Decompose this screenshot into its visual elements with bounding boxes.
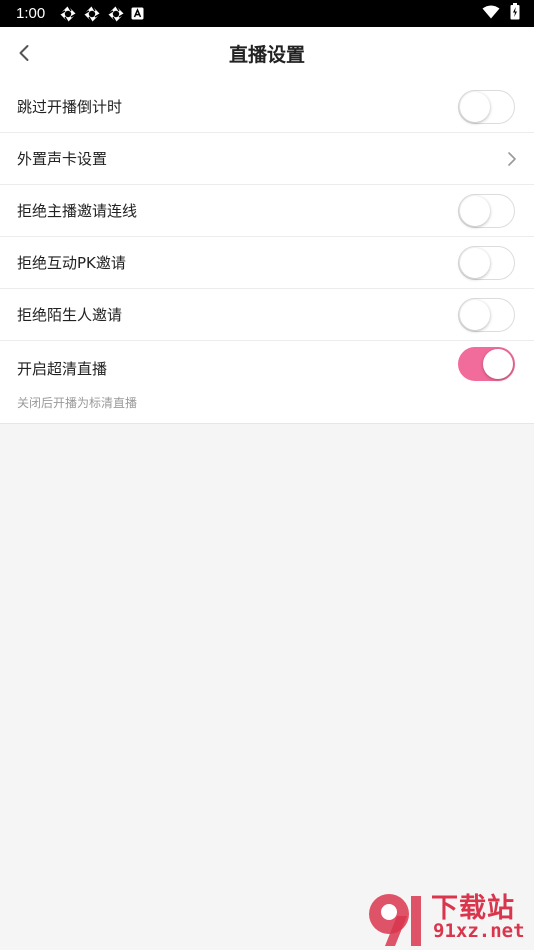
reject-pk-invite-toggle[interactable] bbox=[458, 245, 515, 280]
status-right-icons bbox=[482, 3, 520, 24]
status-bar: 1:00 bbox=[0, 0, 534, 27]
wifi-icon bbox=[482, 4, 500, 23]
page-title: 直播设置 bbox=[228, 44, 305, 66]
pinwheel-icon bbox=[107, 5, 125, 23]
chevron-right-icon bbox=[506, 151, 518, 167]
setting-row-hd-live: 开启超清直播 关闭后开播为标清直播 bbox=[0, 341, 534, 424]
setting-label: 外置声卡设置 bbox=[17, 150, 108, 168]
settings-list: 跳过开播倒计时 外置声卡设置 拒绝主播邀请连线 拒绝互动PK邀请 拒绝陌生人邀请… bbox=[0, 81, 534, 424]
toggle-knob bbox=[460, 91, 490, 122]
setting-row-reject-host-invite: 拒绝主播邀请连线 bbox=[0, 185, 534, 237]
setting-row-reject-stranger-invite: 拒绝陌生人邀请 bbox=[0, 289, 534, 341]
setting-row-external-sound-card[interactable]: 外置声卡设置 bbox=[0, 133, 534, 185]
setting-label: 跳过开播倒计时 bbox=[17, 98, 123, 116]
pinwheel-icon bbox=[83, 5, 101, 23]
header: 直播设置 bbox=[0, 27, 534, 81]
reject-host-invite-toggle[interactable] bbox=[458, 193, 515, 228]
setting-row-skip-countdown: 跳过开播倒计时 bbox=[0, 81, 534, 133]
skip-countdown-toggle[interactable] bbox=[458, 89, 515, 124]
watermark-text-bottom: 91xz.net bbox=[433, 920, 525, 942]
notification-icons bbox=[59, 5, 144, 23]
battery-icon bbox=[510, 3, 520, 24]
toggle-knob bbox=[460, 195, 490, 226]
hd-live-toggle[interactable] bbox=[458, 347, 515, 381]
setting-row-reject-pk-invite: 拒绝互动PK邀请 bbox=[0, 237, 534, 289]
status-time: 1:00 bbox=[16, 5, 46, 22]
pinwheel-icon bbox=[59, 5, 77, 23]
setting-label: 开启超清直播 bbox=[17, 360, 108, 378]
toggle-knob bbox=[483, 349, 513, 379]
setting-description: 关闭后开播为标清直播 bbox=[17, 396, 138, 410]
toggle-knob bbox=[460, 247, 490, 278]
setting-label: 拒绝主播邀请连线 bbox=[17, 202, 138, 220]
watermark: 下载站 91xz.net bbox=[363, 888, 534, 950]
reject-stranger-invite-toggle[interactable] bbox=[458, 297, 515, 332]
watermark-logo-icon bbox=[363, 890, 429, 950]
setting-label: 拒绝陌生人邀请 bbox=[17, 306, 123, 324]
setting-label: 拒绝互动PK邀请 bbox=[17, 254, 126, 272]
toggle-knob bbox=[460, 299, 490, 330]
a-box-icon bbox=[131, 7, 144, 20]
